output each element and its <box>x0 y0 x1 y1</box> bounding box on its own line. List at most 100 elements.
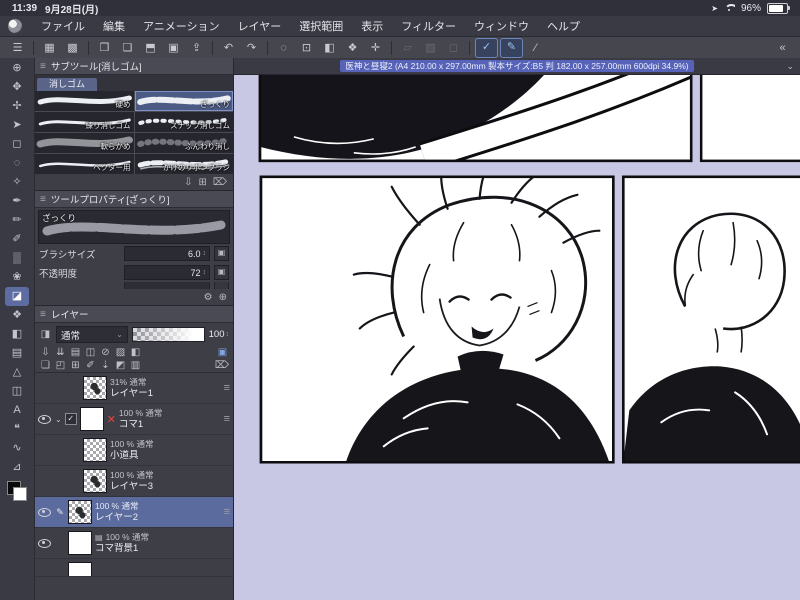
ruler-tool[interactable]: ⊿ <box>5 458 29 477</box>
layer-thumbnail[interactable] <box>79 407 104 431</box>
visibility-toggle[interactable] <box>37 507 52 517</box>
visibility-toggle[interactable] <box>37 414 52 424</box>
lasso-tool[interactable]: ◌ <box>5 154 29 173</box>
zoom-tool[interactable]: ⊕ <box>5 59 29 78</box>
new-canvas-icon[interactable]: ❏ <box>117 39 138 57</box>
workspace-icon[interactable]: ▦ <box>39 39 60 57</box>
brush-fluffy[interactable]: ふんわり消し <box>134 133 233 153</box>
layer-drag-handle[interactable]: ≡ <box>224 382 230 394</box>
canvas-surface[interactable] <box>234 75 800 600</box>
canvas-chevron-icon[interactable]: ⌄ <box>786 61 794 72</box>
menu-filter[interactable]: フィルター <box>392 18 465 34</box>
figure-tool[interactable]: △ <box>5 363 29 382</box>
menu-help[interactable]: ヘルプ <box>538 18 589 34</box>
line-correct-icon[interactable]: ∕ <box>525 39 546 57</box>
canvas-title-bar[interactable]: 医神と昼寝2 (A4 210.00 x 297.00mm 製本サイズ:B5 判 … <box>234 58 800 75</box>
panel-handle-icon[interactable]: ≡ <box>40 309 46 320</box>
layer-thumbnail[interactable] <box>83 469 107 493</box>
menu-layer[interactable]: レイヤー <box>229 18 291 34</box>
pencil-tool[interactable]: ✏ <box>5 211 29 230</box>
text-tool[interactable]: A <box>5 401 29 420</box>
transform-icon[interactable]: ⊡ <box>296 39 317 57</box>
selection-tool[interactable]: ◻ <box>5 135 29 154</box>
layer-mask-icon[interactable]: ◩ <box>114 360 127 371</box>
layer-row-props[interactable]: 100 % 通常 小道具 <box>35 435 233 466</box>
snap-check-icon[interactable]: ✓ <box>475 38 498 58</box>
brush-tool[interactable]: ✐ <box>5 230 29 249</box>
layer-thumbnail[interactable] <box>83 438 107 462</box>
deselect-icon[interactable]: ◌ <box>273 39 294 57</box>
layer-name[interactable]: レイヤー1 <box>110 388 153 399</box>
share-icon[interactable]: ⇪ <box>186 39 207 57</box>
operation-tool[interactable]: ➤ <box>5 116 29 135</box>
layer-name[interactable]: コマ背景1 <box>95 543 149 554</box>
crop-icon[interactable]: ✛ <box>365 39 386 57</box>
clip-below-icon[interactable]: ◧ <box>129 347 142 358</box>
brush-hard[interactable]: 硬め <box>35 91 134 111</box>
layer-checkbox[interactable]: ✓ <box>64 413 77 425</box>
layer-row-koma1[interactable]: ⌄ ✓ ✕ 100 % 通常 コマ1 ≡ <box>35 404 233 435</box>
brush-soft[interactable]: 軟らかめ <box>35 133 134 153</box>
undo-icon[interactable]: ↶ <box>218 39 239 57</box>
tool-property-header[interactable]: ≡ ツールプロパティ[ざっくり] <box>35 191 233 208</box>
layer-row-frame-bg[interactable]: ▤ 100 % 通常 コマ背景1 <box>35 528 233 559</box>
menu-file[interactable]: ファイル <box>32 18 94 34</box>
balloon-tool[interactable]: ❝ <box>5 420 29 439</box>
layer-name[interactable]: コマ1 <box>119 419 162 430</box>
fill-select-icon[interactable]: ◧ <box>319 39 340 57</box>
brush-ribbon[interactable]: かけのリボンブラシ <box>134 154 233 174</box>
brush-rough[interactable]: ざっくり <box>134 91 233 111</box>
panel-handle-icon[interactable]: ≡ <box>40 194 46 205</box>
import-subtool-icon[interactable]: ⇩ <box>184 177 192 188</box>
opacity-slider[interactable]: 72 ↕ <box>124 265 210 280</box>
blend-palette-icon[interactable]: ◨ <box>39 329 52 340</box>
layer-row-layer3[interactable]: 100 % 通常 レイヤー3 <box>35 466 233 497</box>
menu-icon[interactable]: ☰ <box>7 39 28 57</box>
eraser-tool[interactable]: ◪ <box>5 287 29 306</box>
brush-vector[interactable]: ベクター用 <box>35 154 134 174</box>
menu-view[interactable]: 表示 <box>352 18 392 34</box>
new-folder-icon[interactable]: ⊞ <box>69 360 82 371</box>
layer-row-layer1[interactable]: 31% 通常 レイヤー1 ≡ <box>35 373 233 404</box>
lock-alpha-icon[interactable]: ▨ <box>114 347 127 358</box>
layer-opacity-slider[interactable] <box>132 327 205 342</box>
brush-size-slider[interactable]: 6.0 ↕ <box>124 246 210 261</box>
move-tool[interactable]: ✢ <box>5 97 29 116</box>
brush-size-settings-icon[interactable]: ▣ <box>214 246 229 261</box>
property-settings-icon[interactable]: ⚙ <box>204 292 213 303</box>
new-vector-layer-icon[interactable]: ◰ <box>54 360 67 371</box>
color-swatches[interactable] <box>7 481 27 501</box>
layer-name[interactable]: レイヤー2 <box>95 512 138 523</box>
hand-tool[interactable]: ✥ <box>5 78 29 97</box>
subtool-panel-header[interactable]: ≡ サブツール[消しゴム] <box>35 58 233 75</box>
combine-icon[interactable]: ⇊ <box>54 347 67 358</box>
merge-down-icon[interactable]: ⇣ <box>99 360 112 371</box>
menu-edit[interactable]: 編集 <box>94 18 134 34</box>
layer-color-icon[interactable]: ▣ <box>216 347 229 358</box>
clipped-slider[interactable] <box>124 282 210 289</box>
fill-tool[interactable]: ◧ <box>5 325 29 344</box>
duplicate-icon[interactable]: ❐ <box>94 39 115 57</box>
visibility-toggle[interactable] <box>37 538 52 548</box>
folder-expand-icon[interactable]: ⌄ <box>55 415 62 424</box>
menu-selection[interactable]: 選択範囲 <box>290 18 352 34</box>
delete-subtool-icon[interactable]: ⌦ <box>213 177 227 188</box>
screen-grid-icon[interactable]: ▩ <box>62 39 83 57</box>
paper-texture-icon[interactable]: ▤ <box>69 347 82 358</box>
layer-thumbnail[interactable] <box>68 500 92 524</box>
correction-tool[interactable]: ∿ <box>5 439 29 458</box>
onion-skin-icon[interactable]: ▥ <box>129 360 142 371</box>
layer-row-layer2-selected[interactable]: ✎ 100 % 通常 レイヤー2 ≡ <box>35 497 233 528</box>
layer-opacity-value[interactable]: 100 ↕ <box>209 329 229 340</box>
brush-snap[interactable]: スナップ消しゴム <box>134 112 233 132</box>
sub-color-swatch[interactable] <box>13 487 27 501</box>
layer-row-clipped[interactable] <box>35 559 233 577</box>
layer-drag-handle[interactable]: ≡ <box>224 413 230 425</box>
layer-thumbnail[interactable] <box>68 562 92 576</box>
blend-mode-select[interactable]: 通常 ⌄ <box>56 326 128 343</box>
layer-drag-handle[interactable]: ≡ <box>224 506 230 518</box>
draft-layer-icon[interactable]: ✐ <box>84 360 97 371</box>
scan-icon[interactable]: ▣ <box>163 39 184 57</box>
layer-thumbnail[interactable] <box>83 376 107 400</box>
collapse-toolbar-icon[interactable]: « <box>772 39 793 57</box>
